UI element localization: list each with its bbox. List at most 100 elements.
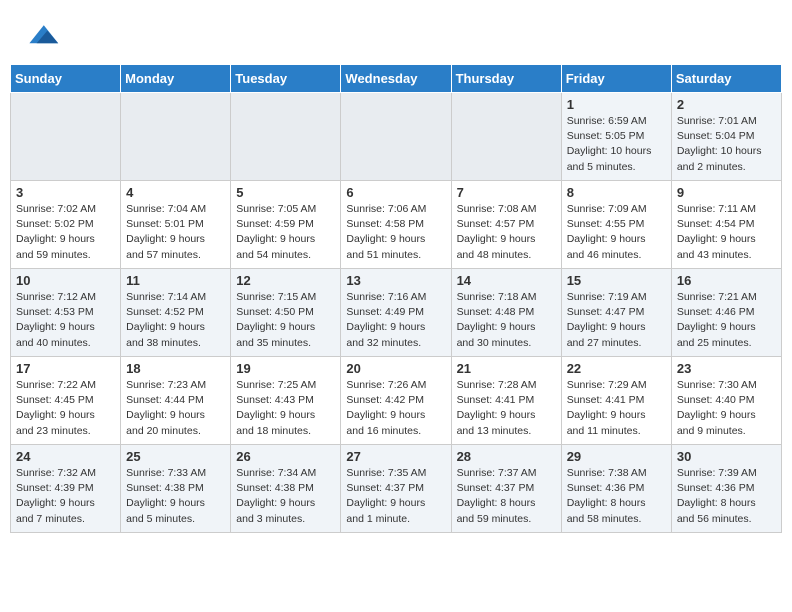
- day-info: Sunrise: 7:01 AMSunset: 5:04 PMDaylight:…: [677, 114, 776, 175]
- day-info: Sunrise: 7:25 AMSunset: 4:43 PMDaylight:…: [236, 378, 335, 439]
- day-number: 16: [677, 273, 776, 288]
- calendar-cell: 11 Sunrise: 7:14 AMSunset: 4:52 PMDayligh…: [121, 269, 231, 357]
- weekday-wednesday: Wednesday: [341, 65, 451, 93]
- calendar-cell: 26 Sunrise: 7:34 AMSunset: 4:38 PMDayligh…: [231, 445, 341, 533]
- day-info: Sunrise: 7:30 AMSunset: 4:40 PMDaylight:…: [677, 378, 776, 439]
- day-info: Sunrise: 7:33 AMSunset: 4:38 PMDaylight:…: [126, 466, 225, 527]
- day-number: 21: [457, 361, 556, 376]
- calendar-cell: 4 Sunrise: 7:04 AMSunset: 5:01 PMDaylight…: [121, 181, 231, 269]
- calendar-cell: 12 Sunrise: 7:15 AMSunset: 4:50 PMDayligh…: [231, 269, 341, 357]
- day-info: Sunrise: 7:39 AMSunset: 4:36 PMDaylight:…: [677, 466, 776, 527]
- day-info: Sunrise: 7:05 AMSunset: 4:59 PMDaylight:…: [236, 202, 335, 263]
- day-number: 19: [236, 361, 335, 376]
- calendar-cell: 21 Sunrise: 7:28 AMSunset: 4:41 PMDayligh…: [451, 357, 561, 445]
- day-number: 8: [567, 185, 666, 200]
- calendar-cell: 7 Sunrise: 7:08 AMSunset: 4:57 PMDaylight…: [451, 181, 561, 269]
- day-info: Sunrise: 7:26 AMSunset: 4:42 PMDaylight:…: [346, 378, 445, 439]
- calendar-week-3: 17 Sunrise: 7:22 AMSunset: 4:45 PMDayligh…: [11, 357, 782, 445]
- day-number: 20: [346, 361, 445, 376]
- calendar-cell: 18 Sunrise: 7:23 AMSunset: 4:44 PMDayligh…: [121, 357, 231, 445]
- calendar-cell: [121, 93, 231, 181]
- calendar-cell: [451, 93, 561, 181]
- calendar-cell: [231, 93, 341, 181]
- calendar-cell: 10 Sunrise: 7:12 AMSunset: 4:53 PMDayligh…: [11, 269, 121, 357]
- day-info: Sunrise: 7:11 AMSunset: 4:54 PMDaylight:…: [677, 202, 776, 263]
- calendar-cell: 24 Sunrise: 7:32 AMSunset: 4:39 PMDayligh…: [11, 445, 121, 533]
- day-info: Sunrise: 7:22 AMSunset: 4:45 PMDaylight:…: [16, 378, 115, 439]
- day-number: 26: [236, 449, 335, 464]
- calendar-week-0: 1Sunrise: 6:59 AMSunset: 5:05 PMDaylight…: [11, 93, 782, 181]
- day-number: 3: [16, 185, 115, 200]
- calendar-cell: 25 Sunrise: 7:33 AMSunset: 4:38 PMDayligh…: [121, 445, 231, 533]
- logo-icon: [24, 18, 60, 54]
- day-info: Sunrise: 7:06 AMSunset: 4:58 PMDaylight:…: [346, 202, 445, 263]
- day-info: Sunrise: 7:35 AMSunset: 4:37 PMDaylight:…: [346, 466, 445, 527]
- day-number: 28: [457, 449, 556, 464]
- day-info: Sunrise: 7:21 AMSunset: 4:46 PMDaylight:…: [677, 290, 776, 351]
- calendar-cell: 20 Sunrise: 7:26 AMSunset: 4:42 PMDayligh…: [341, 357, 451, 445]
- day-info: Sunrise: 7:14 AMSunset: 4:52 PMDaylight:…: [126, 290, 225, 351]
- day-number: 10: [16, 273, 115, 288]
- day-number: 4: [126, 185, 225, 200]
- weekday-sunday: Sunday: [11, 65, 121, 93]
- day-info: Sunrise: 7:34 AMSunset: 4:38 PMDaylight:…: [236, 466, 335, 527]
- calendar-cell: 5 Sunrise: 7:05 AMSunset: 4:59 PMDaylight…: [231, 181, 341, 269]
- day-number: 23: [677, 361, 776, 376]
- calendar-cell: 1Sunrise: 6:59 AMSunset: 5:05 PMDaylight…: [561, 93, 671, 181]
- day-number: 13: [346, 273, 445, 288]
- day-info: Sunrise: 7:15 AMSunset: 4:50 PMDaylight:…: [236, 290, 335, 351]
- day-number: 18: [126, 361, 225, 376]
- day-number: 17: [16, 361, 115, 376]
- page-container: SundayMondayTuesdayWednesdayThursdayFrid…: [0, 0, 792, 533]
- day-number: 30: [677, 449, 776, 464]
- day-number: 5: [236, 185, 335, 200]
- weekday-thursday: Thursday: [451, 65, 561, 93]
- calendar-cell: 9 Sunrise: 7:11 AMSunset: 4:54 PMDaylight…: [671, 181, 781, 269]
- day-number: 24: [16, 449, 115, 464]
- day-info: Sunrise: 7:02 AMSunset: 5:02 PMDaylight:…: [16, 202, 115, 263]
- weekday-header-row: SundayMondayTuesdayWednesdayThursdayFrid…: [11, 65, 782, 93]
- calendar-cell: 14 Sunrise: 7:18 AMSunset: 4:48 PMDayligh…: [451, 269, 561, 357]
- day-number: 27: [346, 449, 445, 464]
- day-number: 12: [236, 273, 335, 288]
- calendar-cell: 8Sunrise: 7:09 AMSunset: 4:55 PMDaylight…: [561, 181, 671, 269]
- day-number: 29: [567, 449, 666, 464]
- calendar-week-1: 3 Sunrise: 7:02 AMSunset: 5:02 PMDaylight…: [11, 181, 782, 269]
- calendar-week-4: 24 Sunrise: 7:32 AMSunset: 4:39 PMDayligh…: [11, 445, 782, 533]
- calendar-cell: 2 Sunrise: 7:01 AMSunset: 5:04 PMDaylight…: [671, 93, 781, 181]
- day-info: Sunrise: 7:18 AMSunset: 4:48 PMDaylight:…: [457, 290, 556, 351]
- day-number: 2: [677, 97, 776, 112]
- day-info: Sunrise: 7:32 AMSunset: 4:39 PMDaylight:…: [16, 466, 115, 527]
- calendar-cell: 30 Sunrise: 7:39 AMSunset: 4:36 PMDayligh…: [671, 445, 781, 533]
- calendar-cell: 29Sunrise: 7:38 AMSunset: 4:36 PMDayligh…: [561, 445, 671, 533]
- day-number: 1: [567, 97, 666, 112]
- day-info: Sunrise: 7:16 AMSunset: 4:49 PMDaylight:…: [346, 290, 445, 351]
- calendar-cell: 16 Sunrise: 7:21 AMSunset: 4:46 PMDayligh…: [671, 269, 781, 357]
- day-info: Sunrise: 7:19 AMSunset: 4:47 PMDaylight:…: [567, 290, 666, 351]
- day-number: 7: [457, 185, 556, 200]
- weekday-tuesday: Tuesday: [231, 65, 341, 93]
- day-number: 15: [567, 273, 666, 288]
- weekday-saturday: Saturday: [671, 65, 781, 93]
- calendar-cell: 13 Sunrise: 7:16 AMSunset: 4:49 PMDayligh…: [341, 269, 451, 357]
- calendar-cell: [11, 93, 121, 181]
- calendar-cell: 15 Sunrise: 7:19 AMSunset: 4:47 PMDayligh…: [561, 269, 671, 357]
- day-number: 9: [677, 185, 776, 200]
- day-info: Sunrise: 7:12 AMSunset: 4:53 PMDaylight:…: [16, 290, 115, 351]
- day-number: 11: [126, 273, 225, 288]
- weekday-monday: Monday: [121, 65, 231, 93]
- day-info: Sunrise: 7:23 AMSunset: 4:44 PMDaylight:…: [126, 378, 225, 439]
- calendar-cell: [341, 93, 451, 181]
- day-info: Sunrise: 7:04 AMSunset: 5:01 PMDaylight:…: [126, 202, 225, 263]
- day-info: Sunrise: 7:29 AMSunset: 4:41 PMDaylight:…: [567, 378, 666, 439]
- day-info: Sunrise: 7:08 AMSunset: 4:57 PMDaylight:…: [457, 202, 556, 263]
- calendar-cell: 19 Sunrise: 7:25 AMSunset: 4:43 PMDayligh…: [231, 357, 341, 445]
- weekday-friday: Friday: [561, 65, 671, 93]
- calendar-cell: 28Sunrise: 7:37 AMSunset: 4:37 PMDayligh…: [451, 445, 561, 533]
- logo: [24, 18, 66, 54]
- page-header: [0, 0, 792, 64]
- day-info: Sunrise: 7:28 AMSunset: 4:41 PMDaylight:…: [457, 378, 556, 439]
- day-number: 25: [126, 449, 225, 464]
- day-number: 14: [457, 273, 556, 288]
- calendar-cell: 6Sunrise: 7:06 AMSunset: 4:58 PMDaylight…: [341, 181, 451, 269]
